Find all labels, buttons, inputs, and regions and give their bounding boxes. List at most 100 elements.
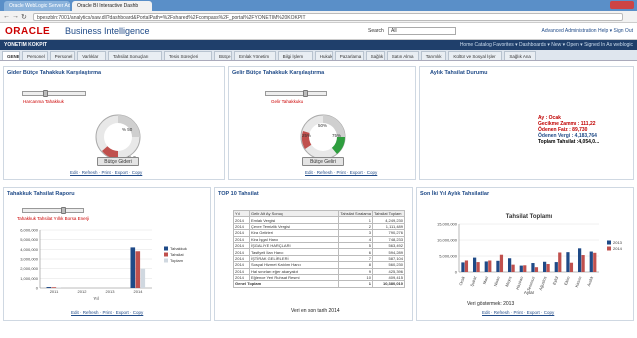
son-title: Son İki Yıl Aylık Tahsilatlar [420,191,490,197]
table-total-row: Genel Toplam 1 10,380,010 [232,280,405,288]
page-tab-3[interactable]: Varlıklar [77,51,106,60]
bar [578,248,582,272]
page-tab-14[interactable]: Kültür ve Sosyal İşler [448,51,503,60]
browser-tab-dashboard[interactable]: Oracle BI Interactive Dashb [72,1,152,11]
legend-swatch [164,258,168,263]
son-links[interactable]: Edit · Refresh · Print · Export · Copy [482,310,554,315]
gelir-gauge-pct-b: 75% [332,133,342,138]
page-tab-4[interactable]: Tahsilat Sonuçları [108,51,162,60]
bar [499,254,504,272]
page-tab-0[interactable]: GENEL [2,51,20,60]
gelir-slider-knob[interactable] [303,90,308,97]
aylik-kpi-line: Toplam Tahsilat :4,054,0... [538,139,600,145]
bar [581,255,585,272]
browser-tab-weblogic[interactable]: Oracle WebLogic Server Adm [4,1,70,11]
gelir-panel: Gelir Bütçe Tahakkuk Karşılaştırma Gelir… [228,66,416,180]
page-tab-8[interactable]: Bilgi İşlem [277,51,313,60]
page-tab-11[interactable]: Sağlık [365,51,385,60]
bar [140,268,146,288]
gider-links[interactable]: Edit · Refresh · Print · Export · Copy [70,170,142,175]
dashboard-links[interactable]: Home Catalog Favorites ▾ Dashboards ▾ Ne… [460,42,633,48]
page-tab-9[interactable]: Hukuk [314,51,333,60]
gelir-links[interactable]: Edit · Refresh · Print · Export · Copy [305,170,377,175]
x-axis-label: Yıl [93,296,98,301]
url-input[interactable]: bpeszbln:7001/analytics/saw.dll?dashboar… [33,13,623,21]
bar [593,252,597,272]
top10-table: Yıl Gelir Alt Ay Sonuç Tahsilat Sıralama… [232,209,405,288]
tahakkuk-title: Tahakkuk Tahsilat Raporu [7,191,75,197]
top10-header-total: Tahsilat Toplam [372,209,405,218]
son-panel: Son İki Yıl Aylık Tahsilatlar Tahsilat T… [416,187,634,321]
legend-label: Tahsilat [170,252,184,257]
x-tick-label: 2014 [134,289,144,294]
table-total-cell: Genel Toplam [232,280,340,288]
page-tab-5[interactable]: Tesis Süreçleri [164,51,212,60]
page-tabs: GENELPersonelPersonelVarlıklarTahsilat S… [0,50,637,61]
bar [51,287,57,288]
obi-header: ORACLE Business Intelligence Search All … [0,23,637,40]
page-tab-15[interactable]: Sağlık Ana [504,51,537,60]
page-tab-12[interactable]: Satın Alma [386,51,419,60]
tahakkuk-links[interactable]: Edit · Refresh · Print · Export · Copy [71,310,143,315]
page-tab-10[interactable]: Pazarlama [334,51,364,60]
y-tick-label: 5,000,000 [439,254,458,259]
bar [130,247,136,288]
bar [461,262,465,272]
bar [558,252,562,272]
top10-header-rank: Tahsilat Sıralama [338,209,373,218]
gider-slider[interactable] [22,91,86,96]
x-tick-label: 2011 [50,289,59,294]
page-tab-7[interactable]: Emlak Yönetim [234,51,276,60]
son-footnote: Veri göstermek: 2013 [467,301,515,307]
y-tick-label: 6,000,000 [20,228,39,233]
forward-icon[interactable]: → [12,13,19,20]
back-icon[interactable]: ← [3,13,10,20]
y-tick-label: 0 [36,286,39,291]
legend-label: 2014 [613,246,623,251]
gider-slider-label: Harcanma Tahakkuk [23,99,64,104]
legend-swatch [164,252,168,257]
bar [543,261,547,272]
legend-label: 2013 [613,240,623,245]
reload-icon[interactable]: ↻ [21,13,27,21]
top10-panel: TOP 10 Tahsilat Yıl Gelir Alt Ay Sonuç T… [214,187,413,321]
oracle-logo: ORACLE [5,26,51,37]
tahakkuk-slider-knob[interactable] [61,207,66,214]
page-tab-13[interactable]: Tarımlık [420,51,447,60]
bar [546,264,550,272]
address-bar: ← → ↻ bpeszbln:7001/analytics/saw.dll?da… [0,11,637,23]
tahakkuk-slider[interactable] [22,208,84,213]
x-tick-label: 2013 [106,289,116,294]
page-tab-2[interactable]: Personel [49,51,76,60]
gider-panel: Gider Bütçe Tahakkuk Karşılaştırma Harca… [3,66,225,180]
top10-title: TOP 10 Tahsilat [218,191,259,197]
tahakkuk-slider-label: Tahakkuk Tahsilat Yıllık Borsa Enerji [17,216,90,221]
gider-button[interactable]: Bütçe Gideri [97,157,139,166]
dashboard-bar: YONETIM KOKPIT Home Catalog Favorites ▾ … [0,40,637,50]
page-tab-1[interactable]: Personel [22,51,48,60]
bar [496,260,500,272]
bar [531,263,535,272]
son-chart: Tahsilat Toplamı 15,000,000 10,000,000 5,00… [437,214,623,295]
gider-slider-knob[interactable] [43,90,48,97]
bar [135,251,141,288]
gelir-slider[interactable] [265,91,327,96]
browser-tab-bar: Oracle WebLogic Server Adm Oracle BI Int… [0,0,637,11]
window-close-button[interactable] [610,1,634,9]
bar [566,252,570,272]
page-tab-6[interactable]: Bütçe [214,51,232,60]
header-links[interactable]: Advanced Administration Help ▾ Sign Out [542,28,633,34]
bar [464,260,469,272]
bar [534,267,539,272]
x-tick-label: Aralık [586,276,594,287]
aylik-title: Aylık Tahsilat Durumu [430,70,488,76]
y-tick-label: 1,000,000 [20,276,39,281]
aylik-panel: Aylık Tahsilat Durumu Ay : Ocak Gecikme Z… [419,66,634,180]
bar [56,287,62,288]
search-input[interactable]: All [388,27,456,35]
gelir-button[interactable]: Bütçe Geliri [302,157,344,166]
x-tick-label: Ağustos [538,276,548,291]
y-tick-label: 3,000,000 [20,257,39,262]
bar [523,265,527,272]
bar [554,262,558,272]
